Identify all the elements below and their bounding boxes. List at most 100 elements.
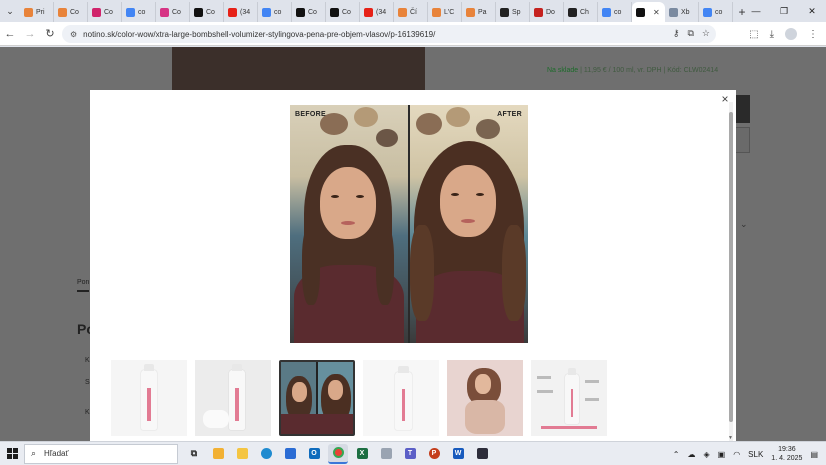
pinned-apps: ⧉ O X T P W: [184, 443, 492, 464]
site-info-icon[interactable]: ⚙: [70, 30, 77, 39]
dropbox-icon[interactable]: ◈: [703, 450, 709, 459]
tab-label: Ch: [580, 8, 589, 16]
browser-tab[interactable]: Čí: [394, 2, 428, 22]
notino-n-icon: [636, 7, 645, 17]
profile-avatar[interactable]: [785, 28, 797, 40]
restore-button[interactable]: ❐: [770, 0, 798, 22]
eye: [476, 193, 484, 196]
tab-label: L'C: [444, 8, 455, 16]
browser-tab[interactable]: Sp: [496, 2, 530, 22]
hat-decor: [354, 107, 378, 127]
start-button[interactable]: [0, 442, 24, 465]
minimize-button[interactable]: —: [742, 0, 770, 22]
install-app-icon[interactable]: ⧉: [687, 28, 693, 39]
browser-tab[interactable]: Co: [54, 2, 88, 22]
product-bottle: [395, 366, 412, 430]
after-label: AFTER: [497, 111, 522, 118]
thumbnail-4[interactable]: [363, 360, 439, 436]
browser-tab[interactable]: L'C: [428, 2, 462, 22]
teams-icon[interactable]: T: [400, 444, 420, 464]
store-icon[interactable]: [280, 444, 300, 464]
browser-tab[interactable]: (34: [224, 2, 258, 22]
orange-pen-icon: [24, 7, 33, 17]
menu-dots-icon[interactable]: ⋮: [808, 29, 818, 40]
thumbnail-6[interactable]: [531, 360, 607, 436]
tab-description[interactable]: Pon: [77, 279, 90, 292]
forward-button[interactable]: →: [20, 24, 40, 44]
stock-detail: | 11,95 € / 100 ml, vr. DPH | Kód: CLW02…: [578, 67, 719, 74]
word-icon[interactable]: W: [448, 444, 468, 464]
chevron-up-icon[interactable]: ⌃: [673, 450, 680, 459]
tab-label: Co: [308, 8, 317, 16]
outlook-icon[interactable]: O: [304, 444, 324, 464]
terminal-icon[interactable]: [472, 444, 492, 464]
chrome-icon[interactable]: [328, 443, 348, 464]
product-hero-image: [172, 47, 425, 91]
browser-tab[interactable]: ✕: [632, 2, 665, 22]
browser-tab[interactable]: co: [258, 2, 292, 22]
stock-status: Na sklade: [547, 67, 579, 74]
main-product-image[interactable]: BEFORE AFTER: [290, 105, 528, 343]
browser-tab[interactable]: Do: [530, 2, 564, 22]
widgets-icon[interactable]: [208, 444, 228, 464]
notification-icon[interactable]: ▤: [810, 450, 818, 459]
browser-tab[interactable]: Co: [326, 2, 360, 22]
wifi-icon[interactable]: ◠: [733, 450, 740, 459]
tab-label: co: [715, 8, 723, 16]
tab-label: Co: [172, 8, 181, 16]
password-key-icon[interactable]: ⚷: [673, 28, 680, 39]
tab-search-button[interactable]: ⌄: [0, 0, 20, 22]
browser-tab[interactable]: Co: [190, 2, 224, 22]
thumbnail-5[interactable]: [447, 360, 523, 436]
back-button[interactable]: ←: [0, 24, 20, 44]
list-bullet: S: [85, 379, 90, 386]
task-view-button[interactable]: ⧉: [184, 444, 204, 464]
tab-label: Co: [206, 8, 215, 16]
photos-icon[interactable]: [376, 444, 396, 464]
clock[interactable]: 19:36 1. 4. 2025: [771, 445, 802, 463]
cloud-icon[interactable]: ☁: [687, 450, 695, 459]
tab-label: co: [614, 8, 622, 16]
browser-tab[interactable]: Co: [88, 2, 122, 22]
chevron-down-icon[interactable]: ⌄: [740, 219, 748, 230]
edge-icon[interactable]: [256, 444, 276, 464]
notino-n-icon: [296, 7, 305, 17]
clock-time: 19:36: [778, 446, 796, 453]
close-window-button[interactable]: ✕: [798, 0, 826, 22]
browser-tab[interactable]: Pa: [462, 2, 496, 22]
hair: [302, 225, 320, 305]
face: [440, 165, 496, 237]
thumb-body: [465, 400, 505, 434]
youtube-icon: [228, 7, 237, 17]
file-explorer-icon[interactable]: [232, 444, 252, 464]
excel-icon[interactable]: X: [352, 444, 372, 464]
scrollbar-thumb[interactable]: [729, 112, 733, 422]
browser-tab[interactable]: Ch: [564, 2, 598, 22]
browser-tab[interactable]: co: [122, 2, 156, 22]
browser-tab[interactable]: Co: [156, 2, 190, 22]
extensions-icon[interactable]: ⬚: [749, 29, 758, 40]
download-icon[interactable]: ⤓: [770, 29, 774, 40]
tab-close-icon[interactable]: ✕: [653, 8, 660, 17]
browser-tab[interactable]: Xb: [665, 2, 699, 22]
taskbar-search[interactable]: ⌕ Hľadať: [24, 443, 178, 464]
browser-tab[interactable]: Co: [292, 2, 326, 22]
browser-tab[interactable]: (34: [360, 2, 394, 22]
chatgpt-icon: [568, 7, 577, 17]
camera-icon[interactable]: ▣: [718, 450, 726, 459]
thumbnail-1[interactable]: [111, 360, 187, 436]
windows-taskbar: ⌕ Hľadať ⧉ O X T P W ⌃ ☁ ◈ ▣ ◠ SLK 19:36…: [0, 441, 826, 465]
thumbnail-2[interactable]: [195, 360, 271, 436]
bookmark-star-icon[interactable]: ☆: [702, 28, 710, 39]
browser-tab[interactable]: co: [699, 2, 733, 22]
tab-label: Pri: [36, 8, 45, 16]
address-bar[interactable]: ⚙ notino.sk/color-wow/xtra-large-bombshe…: [62, 25, 716, 43]
powerpoint-icon[interactable]: P: [424, 444, 444, 464]
modal-scrollbar[interactable]: ▼: [728, 102, 734, 441]
browser-tab[interactable]: co: [598, 2, 632, 22]
browser-tab[interactable]: Pri: [20, 2, 54, 22]
stock-info: Na sklade | 11,95 € / 100 ml, vr. DPH | …: [547, 67, 718, 74]
reload-button[interactable]: ↻: [40, 24, 60, 44]
thumbnail-3[interactable]: [279, 360, 355, 436]
language-indicator[interactable]: SLK: [748, 450, 763, 459]
